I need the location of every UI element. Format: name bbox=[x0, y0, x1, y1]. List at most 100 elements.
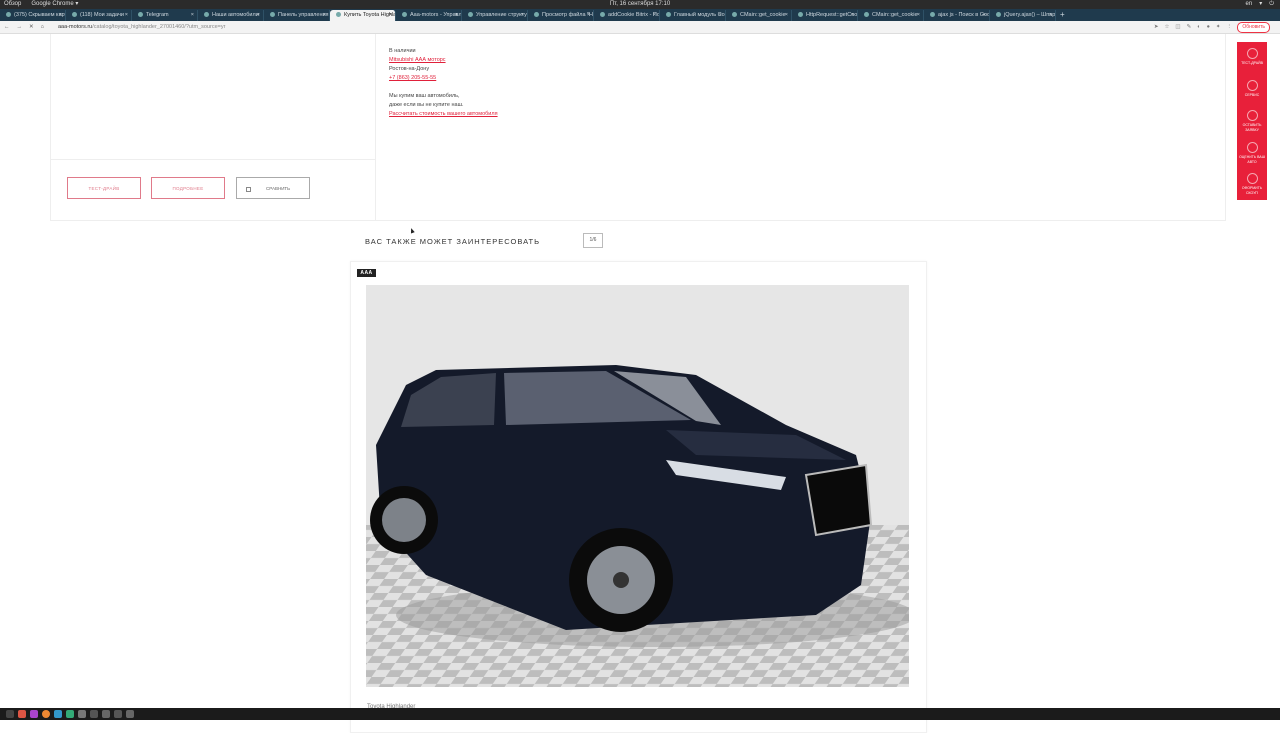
new-tab-icon[interactable]: + bbox=[1056, 9, 1069, 21]
close-tab-icon[interactable]: × bbox=[917, 10, 920, 21]
close-tab-icon[interactable]: × bbox=[389, 10, 392, 21]
browser-tab-label: Telegram bbox=[146, 12, 169, 18]
close-tab-icon[interactable]: × bbox=[191, 10, 194, 21]
stop-icon[interactable]: ✕ bbox=[29, 24, 34, 30]
clock[interactable]: Пт, 16 сентября 17:10 bbox=[0, 0, 1280, 9]
settings-icon[interactable] bbox=[78, 710, 86, 718]
taskbar bbox=[0, 708, 1280, 720]
browser-tab-label: CMain::get_cookie bbox=[872, 12, 918, 18]
related-section-title: ВАС ТАКЖЕ МОЖЕТ ЗАИНТЕРЕСОВАТЬ bbox=[365, 237, 541, 246]
app-icon[interactable] bbox=[90, 710, 98, 718]
browser-tab[interactable]: Aaa-motors - Управле...× bbox=[396, 10, 462, 21]
sidebar-order[interactable]: ОФОРМИТЬ СКОУП bbox=[1237, 173, 1267, 195]
sidebar-valuation[interactable]: ОЦЕНИТЬ ВАШ АВТО bbox=[1237, 142, 1267, 164]
browser-tab[interactable]: Панель управления × bbox=[264, 10, 330, 21]
browser-tab[interactable]: CMain::get_cookie × bbox=[726, 10, 792, 21]
car-photo[interactable] bbox=[366, 285, 909, 687]
close-tab-icon[interactable]: × bbox=[521, 10, 524, 21]
star-icon[interactable]: ☆ bbox=[1164, 24, 1169, 30]
browser-tab-label: Наши автомобили bbox=[212, 12, 259, 18]
chrome-icon[interactable] bbox=[42, 710, 50, 718]
compare-button[interactable]: СРАВНИТЬ bbox=[236, 177, 310, 199]
browser-tab[interactable]: Управление структур...× bbox=[462, 10, 528, 21]
browser-tab[interactable]: (375) Скрываем карт... × bbox=[0, 10, 66, 21]
close-tab-icon[interactable]: × bbox=[59, 10, 62, 21]
wrench-icon bbox=[1246, 80, 1258, 91]
favicon-icon bbox=[468, 12, 473, 17]
favicon-icon bbox=[600, 12, 605, 17]
close-tab-icon[interactable]: × bbox=[587, 10, 590, 21]
back-icon[interactable]: ← bbox=[4, 24, 10, 30]
extension-icon[interactable]: ◫ bbox=[1175, 24, 1180, 30]
forward-icon[interactable]: → bbox=[17, 24, 23, 30]
app-icon[interactable] bbox=[102, 710, 110, 718]
update-browser-button[interactable]: Обновить bbox=[1237, 22, 1270, 33]
telegram-icon[interactable] bbox=[54, 710, 62, 718]
favicon-icon bbox=[534, 12, 539, 17]
browser-tab[interactable]: Просмотр файла "Но...× bbox=[528, 10, 594, 21]
close-tab-icon[interactable]: × bbox=[455, 10, 458, 21]
favicon-icon bbox=[204, 12, 209, 17]
sidebar-test-drive[interactable]: ТЕСТ-ДРАЙВ bbox=[1237, 48, 1267, 66]
favicon-icon bbox=[72, 12, 77, 17]
calc-value-link[interactable]: Рассчитать стоимость вашего автомобиля bbox=[389, 110, 498, 119]
dealer-link[interactable]: Mitsubishi ААА моторс bbox=[389, 56, 498, 65]
sidebar-request[interactable]: ОСТАВИТЬ ЗАЯВКУ bbox=[1237, 110, 1267, 132]
close-tab-icon[interactable]: × bbox=[323, 10, 326, 21]
files-icon[interactable] bbox=[18, 710, 26, 718]
puzzle-icon[interactable]: ✦ bbox=[1216, 24, 1221, 30]
os-top-bar: Обзор Google Chrome ▾ Пт, 16 сентября 17:… bbox=[0, 0, 1280, 9]
power-icon[interactable]: ⏻ bbox=[1269, 1, 1274, 7]
browser-tab[interactable]: Наши автомобили × bbox=[198, 10, 264, 21]
share-icon[interactable]: ➤ bbox=[1154, 24, 1159, 30]
car-illustration bbox=[366, 285, 909, 687]
terminal-icon[interactable] bbox=[66, 710, 74, 718]
tab-strip: (375) Скрываем карт... × (118) Мои задачи ×… bbox=[0, 9, 1280, 21]
close-tab-icon[interactable]: × bbox=[719, 10, 722, 21]
browser-tab[interactable]: jQuery.ajax() – Шпарг... × bbox=[990, 10, 1056, 21]
browser-tab[interactable]: HttpRequest::getCoo... × bbox=[792, 10, 858, 21]
test-drive-button[interactable]: ТЕСТ-ДРАЙВ bbox=[67, 177, 141, 199]
panel-divider bbox=[375, 34, 376, 220]
network-icon[interactable]: ▾ bbox=[1259, 1, 1262, 7]
browser-tab[interactable]: CMain::get_cookie × bbox=[858, 10, 924, 21]
related-pager[interactable]: 1/6 bbox=[583, 233, 603, 248]
dealer-info: В наличии Mitsubishi ААА моторс Ростов-н… bbox=[389, 47, 498, 119]
shield-icon[interactable]: ◐ bbox=[1197, 24, 1200, 30]
browser-tab[interactable]: (118) Мои задачи × bbox=[66, 10, 132, 21]
close-tab-icon[interactable]: × bbox=[257, 10, 260, 21]
close-tab-icon[interactable]: × bbox=[785, 10, 788, 21]
close-tab-icon[interactable]: × bbox=[1049, 10, 1052, 21]
browser-tab-label: Панель управления bbox=[278, 12, 329, 18]
url-field[interactable]: aaa-motors.ru/catalog/toyota_highlander_… bbox=[58, 21, 225, 33]
dealer-logo: AAA bbox=[357, 269, 376, 277]
apps-icon[interactable] bbox=[6, 710, 14, 718]
app-icon[interactable] bbox=[114, 710, 122, 718]
lang-indicator[interactable]: en bbox=[1246, 1, 1253, 7]
menu-icon[interactable]: ⋮ bbox=[1227, 24, 1233, 30]
close-tab-icon[interactable]: × bbox=[851, 10, 854, 21]
browser-tab[interactable]: Купить Toyota Highlan...× bbox=[330, 10, 396, 21]
sidebar-service[interactable]: СЕРВИС bbox=[1237, 80, 1267, 98]
compare-checkbox[interactable] bbox=[246, 187, 251, 192]
favicon-icon bbox=[6, 12, 11, 17]
car-icon bbox=[1246, 142, 1258, 153]
details-button[interactable]: ПОДРОБНЕЕ bbox=[151, 177, 225, 199]
browser-tab[interactable]: ajax js - Поиск в Google× bbox=[924, 10, 990, 21]
form-icon bbox=[1246, 110, 1258, 121]
browser-tab[interactable]: Главный модуль Cont...× bbox=[660, 10, 726, 21]
compare-label: СРАВНИТЬ bbox=[266, 186, 291, 191]
close-tab-icon[interactable]: × bbox=[125, 10, 128, 21]
browser-tab[interactable]: addCookie Bitrix - Пои...× bbox=[594, 10, 660, 21]
close-tab-icon[interactable]: × bbox=[653, 10, 656, 21]
record-icon[interactable]: ● bbox=[1207, 24, 1210, 30]
pen-icon[interactable]: ✎ bbox=[1187, 24, 1192, 30]
url-path: /catalog/toyota_highlander_27001460/?utm… bbox=[92, 24, 226, 30]
phone-link[interactable]: +7 (863) 205-55-55 bbox=[389, 74, 498, 83]
close-tab-icon[interactable]: × bbox=[983, 10, 986, 21]
editor-icon[interactable] bbox=[30, 710, 38, 718]
home-icon[interactable]: ⌂ bbox=[41, 24, 44, 30]
favicon-icon bbox=[402, 12, 407, 17]
app-icon[interactable] bbox=[126, 710, 134, 718]
browser-tab[interactable]: Telegram × bbox=[132, 10, 198, 21]
